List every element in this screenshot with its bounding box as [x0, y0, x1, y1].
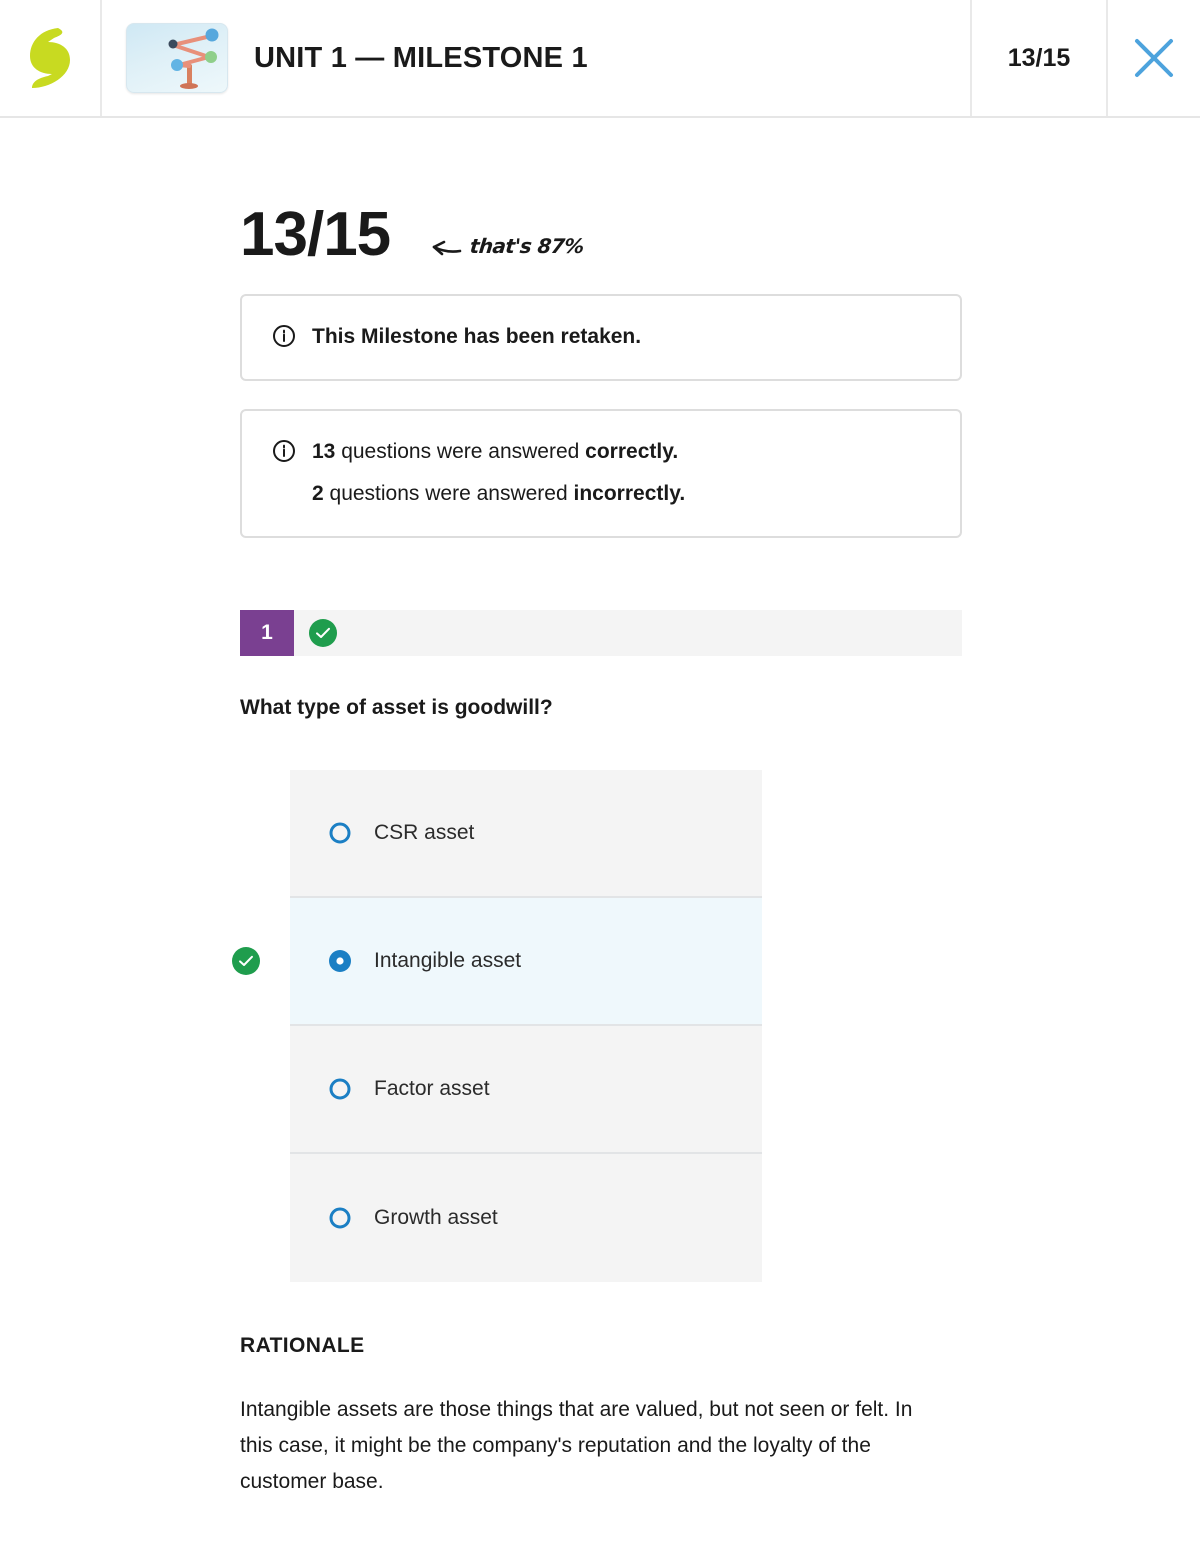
info-icon: [273, 325, 295, 347]
radio-unselected-icon: [329, 1207, 351, 1229]
check-circle-icon: [309, 618, 337, 647]
page-body: 13/15 that's 87% This Milestone has been…: [0, 194, 1200, 1500]
option-row-selected[interactable]: Intangible asset: [232, 897, 762, 1026]
page-title: UNIT 1 — MILESTONE 1: [254, 41, 588, 74]
option-row[interactable]: Factor asset: [290, 1025, 762, 1154]
content-column: 13/15 that's 87% This Milestone has been…: [232, 194, 962, 1500]
notice-line-correct: 13 questions were answered correctly.: [312, 437, 685, 468]
score-annotation-text: that's 87%: [468, 234, 586, 258]
option-row[interactable]: CSR asset: [290, 769, 762, 898]
radio-selected-icon: [329, 949, 351, 972]
notice-line-incorrect: 2 questions were answered incorrectly.: [312, 479, 685, 510]
question-text: What type of asset is goodwill?: [240, 695, 553, 719]
score-summary-row: 13/15 that's 87%: [240, 194, 962, 266]
header-title-cell: UNIT 1 — MILESTONE 1: [102, 0, 970, 116]
rationale-text: Intangible assets are those things that …: [240, 1397, 913, 1494]
question-status: [309, 618, 337, 647]
incorrect-word: incorrectly.: [573, 482, 686, 506]
sophia-logo: [28, 26, 72, 90]
close-icon: [1135, 39, 1173, 77]
option-label: CSR asset: [374, 820, 475, 844]
option-label: Growth asset: [374, 1205, 498, 1229]
rationale-heading: RATIONALE: [240, 1333, 365, 1357]
correct-answer-icon: [232, 946, 260, 975]
info-icon: [273, 439, 295, 462]
notice-retaken: This Milestone has been retaken.: [240, 294, 962, 381]
radio-unselected-icon: [329, 822, 351, 844]
balance-scale-illustration: [126, 23, 228, 93]
app-header: UNIT 1 — MILESTONE 1 13/15: [0, 0, 1200, 118]
option-label: Intangible asset: [374, 948, 522, 972]
correct-count: 13: [312, 439, 336, 463]
option-row[interactable]: Growth asset: [290, 1153, 762, 1282]
logo-cell[interactable]: [0, 0, 102, 116]
arrow-left-icon: [432, 240, 462, 256]
notice-line: This Milestone has been retaken.: [312, 325, 642, 348]
radio-unselected-icon: [329, 1078, 351, 1100]
score-value: 13/15: [240, 200, 391, 269]
question-header-bar: 1: [240, 609, 962, 656]
correct-mid-text: questions were answered: [335, 439, 586, 463]
notice-retaken-body: This Milestone has been retaken.: [312, 322, 641, 353]
question-number-badge: 1: [240, 609, 294, 656]
close-button[interactable]: [1106, 0, 1200, 116]
incorrect-count: 2: [312, 482, 324, 506]
incorrect-mid-text: questions were answered: [323, 482, 574, 506]
answer-options: CSR asset Intangible asset Factor asset: [232, 769, 762, 1282]
score-annotation: that's 87%: [428, 234, 586, 258]
notice-answer-counts-body: 13 questions were answered correctly. 2 …: [312, 437, 685, 510]
notice-answer-counts: 13 questions were answered correctly. 2 …: [240, 408, 962, 538]
header-score: 13/15: [970, 0, 1106, 116]
correct-word: correctly.: [585, 439, 679, 463]
option-label: Factor asset: [374, 1076, 490, 1100]
